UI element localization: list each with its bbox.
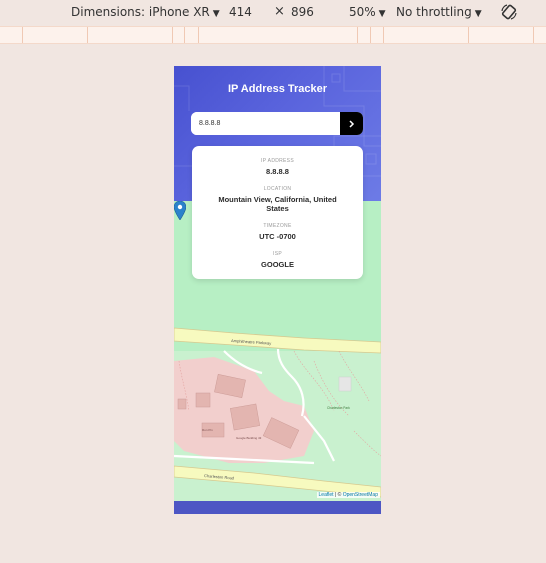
ip-search-form bbox=[191, 112, 363, 135]
page-title: IP Address Tracker bbox=[227, 83, 328, 95]
map-attribution: Leaflet | © OpenStreetMap bbox=[316, 492, 380, 498]
isp-value: GOOGLE bbox=[261, 260, 294, 269]
times-icon: × bbox=[274, 4, 285, 19]
media-query-ruler[interactable] bbox=[0, 26, 546, 44]
throttling-select[interactable]: No throttling ▼ bbox=[396, 5, 482, 19]
submit-button[interactable] bbox=[340, 112, 363, 135]
chevron-down-icon: ▼ bbox=[378, 9, 386, 19]
chevron-down-icon: ▼ bbox=[212, 9, 220, 19]
map-pin-icon[interactable] bbox=[174, 201, 186, 220]
isp-label: ISP bbox=[273, 251, 282, 257]
throttling-label: No throttling bbox=[396, 5, 472, 19]
ip-value: 8.8.8.8 bbox=[266, 167, 289, 176]
timezone-label: TIMEZONE bbox=[263, 223, 292, 229]
leaflet-link[interactable]: Leaflet bbox=[319, 492, 334, 498]
zoom-select[interactable]: 50% ▼ bbox=[349, 5, 386, 19]
device-select[interactable]: Dimensions: iPhone XR ▼ bbox=[71, 5, 220, 19]
chevron-down-icon: ▼ bbox=[474, 9, 482, 19]
location-value-line2: States bbox=[266, 204, 289, 213]
zoom-label: 50% bbox=[349, 5, 376, 19]
device-toolbar: Dimensions: iPhone XR ▼ 414 × 896 50% ▼ No… bbox=[0, 0, 546, 26]
ip-search-input[interactable] bbox=[191, 112, 340, 135]
info-card: IP ADDRESS 8.8.8.8 LOCATION Mountain Vie… bbox=[192, 146, 363, 279]
attribution-separator: | © bbox=[333, 492, 343, 498]
park-label: Charleston Park bbox=[327, 406, 350, 410]
width-input[interactable]: 414 bbox=[229, 5, 252, 19]
ip-label: IP ADDRESS bbox=[261, 158, 294, 164]
building-label: Run Pin bbox=[202, 428, 213, 432]
timezone-value: UTC -0700 bbox=[259, 232, 296, 241]
device-label: Dimensions: iPhone XR bbox=[71, 5, 210, 19]
height-input[interactable]: 896 bbox=[291, 5, 314, 19]
device-viewport: IP Address Tracker 8.8.8.8 Amphitheatre … bbox=[174, 66, 381, 514]
chevron-right-icon bbox=[349, 119, 355, 128]
rotate-icon[interactable] bbox=[500, 3, 518, 21]
location-value-line1: Mountain View, California, United bbox=[218, 195, 337, 204]
building-label: Google Building 43 bbox=[236, 436, 262, 440]
location-label: LOCATION bbox=[263, 186, 292, 192]
bottom-bar bbox=[174, 501, 381, 514]
osm-link[interactable]: OpenStreetMap bbox=[343, 492, 378, 498]
